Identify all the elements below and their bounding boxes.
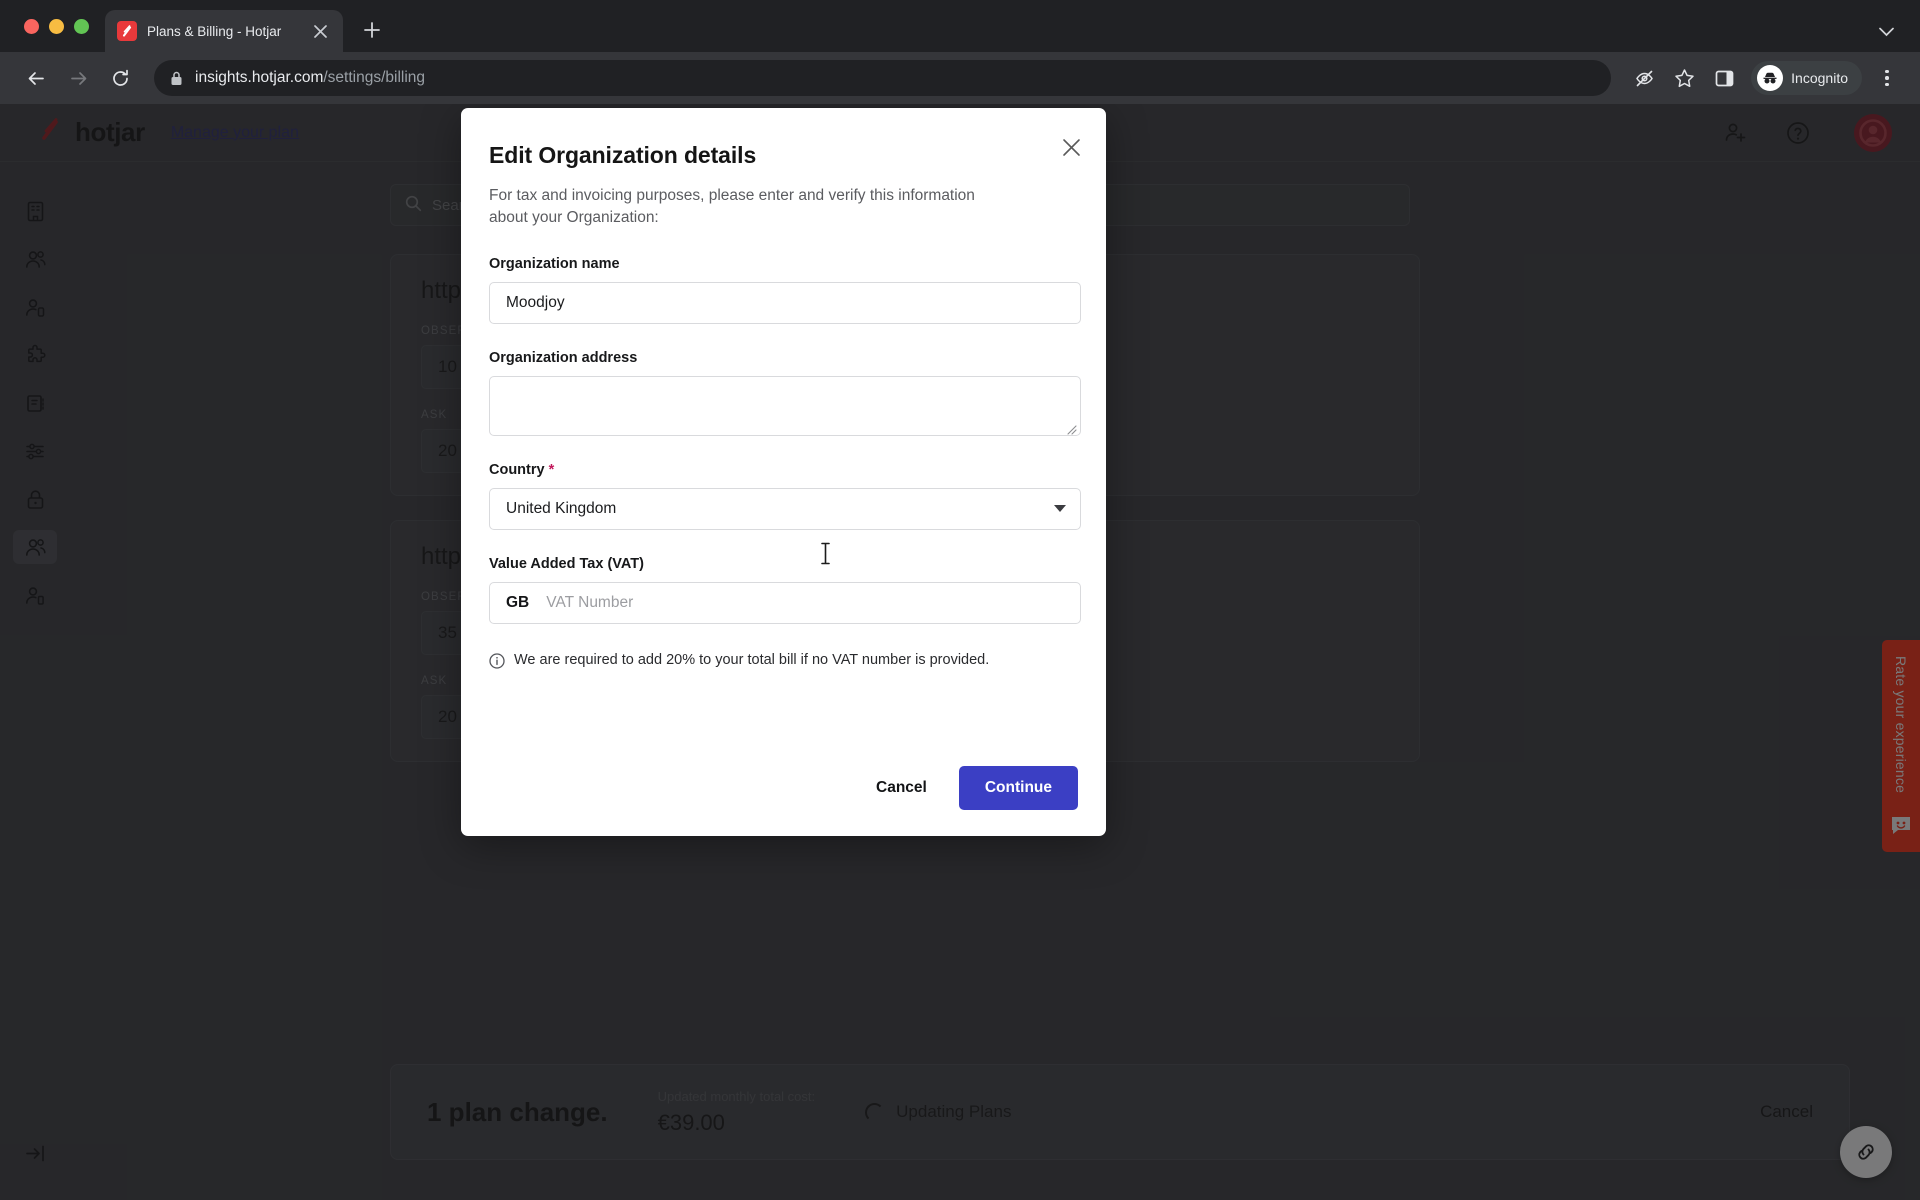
side-panel-icon[interactable]	[1707, 61, 1741, 95]
info-circle-icon	[489, 653, 505, 673]
reload-icon[interactable]	[102, 60, 138, 96]
browser-tab-title: Plans & Billing - Hotjar	[147, 23, 282, 39]
organization-name-input[interactable]: Moodjoy	[489, 281, 1081, 324]
country-label-text: Country	[489, 461, 545, 478]
edit-organization-modal: Edit Organization details For tax and in…	[461, 108, 1106, 836]
browser-tab[interactable]: Plans & Billing - Hotjar	[105, 10, 343, 52]
organization-address-field: Organization address	[489, 349, 1081, 436]
arrow-right-icon	[60, 60, 96, 96]
vat-label: Value Added Tax (VAT)	[489, 555, 644, 572]
close-icon[interactable]	[1058, 134, 1084, 160]
url-path: /settings/billing	[323, 69, 426, 86]
incognito-icon	[1757, 65, 1784, 91]
modal-subtitle: For tax and invoicing purposes, please e…	[489, 187, 975, 227]
country-select[interactable]: United Kingdom	[489, 487, 1081, 530]
modal-actions: Cancel Continue	[870, 766, 1078, 810]
vat-note: We are required to add 20% to your total…	[489, 652, 1078, 673]
address-bar-url: insights.hotjar.com/settings/billing	[195, 69, 425, 87]
eye-off-icon[interactable]	[1627, 61, 1661, 95]
window-traffic-lights	[0, 19, 89, 52]
kebab-menu-icon[interactable]	[1872, 61, 1902, 95]
chevron-down-icon[interactable]	[1879, 24, 1894, 42]
url-host: insights.hotjar.com	[195, 69, 324, 86]
cancel-button[interactable]: Cancel	[870, 769, 933, 807]
window-minimize-button[interactable]	[49, 19, 64, 34]
text-ibeam-cursor	[820, 542, 831, 570]
required-marker: *	[548, 461, 555, 478]
organization-name-label: Organization name	[489, 255, 620, 272]
organization-address-label: Organization address	[489, 349, 638, 366]
organization-name-field: Organization name Moodjoy	[489, 255, 1081, 324]
incognito-profile-button[interactable]: Incognito	[1751, 61, 1862, 95]
browser-toolbar: insights.hotjar.com/settings/billing Inc…	[0, 52, 1920, 104]
resize-grip-icon[interactable]	[1067, 422, 1077, 435]
lock-icon	[170, 71, 183, 86]
arrow-left-icon[interactable]	[18, 60, 54, 96]
close-icon[interactable]	[309, 20, 331, 42]
country-selected-value: United Kingdom	[506, 499, 617, 517]
plus-icon[interactable]	[355, 13, 389, 47]
vat-country-prefix: GB	[506, 593, 530, 611]
window-close-button[interactable]	[24, 19, 39, 34]
chevron-down-icon	[1054, 505, 1066, 513]
window-maximize-button[interactable]	[74, 19, 89, 34]
page-viewport: hotjar Manage your plan	[0, 104, 1920, 1200]
vat-placeholder: VAT Number	[546, 593, 634, 611]
continue-button[interactable]: Continue	[958, 766, 1078, 810]
browser-tab-strip: Plans & Billing - Hotjar	[0, 0, 1920, 52]
vat-note-text: We are required to add 20% to your total…	[514, 651, 990, 668]
vat-input[interactable]: GB VAT Number	[489, 581, 1081, 624]
hotjar-favicon	[117, 21, 137, 41]
organization-address-textarea[interactable]	[489, 375, 1081, 436]
country-label: Country *	[489, 462, 1078, 478]
vat-field: Value Added Tax (VAT) GB VAT Number	[489, 555, 1081, 624]
country-field: Country * United Kingdom	[489, 462, 1081, 530]
modal-title: Edit Organization details	[489, 142, 757, 168]
star-icon[interactable]	[1667, 61, 1701, 95]
address-bar[interactable]: insights.hotjar.com/settings/billing	[154, 60, 1612, 96]
incognito-label: Incognito	[1791, 70, 1848, 86]
